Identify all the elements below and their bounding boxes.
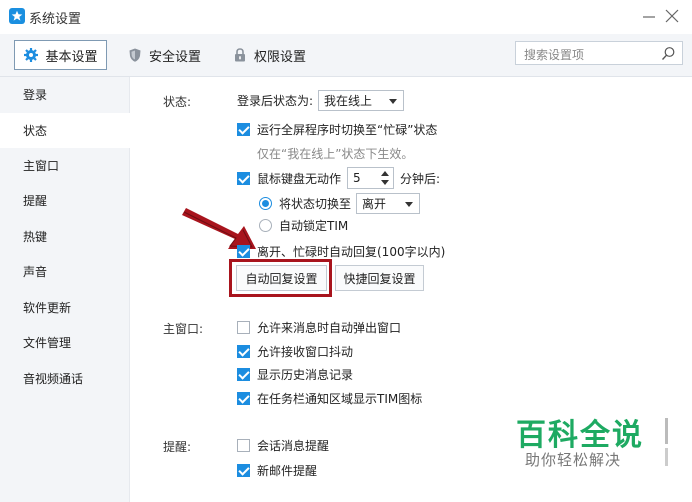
lock-icon <box>232 47 248 63</box>
watermark-divider <box>665 418 668 444</box>
switch-to-label: 将状态切换至 <box>279 197 352 211</box>
option-label: 会话消息提醒 <box>257 439 330 453</box>
switch-to-option[interactable]: 将状态切换至 离开 <box>259 193 421 214</box>
stepper-down-icon[interactable] <box>381 180 390 185</box>
sidebar-item-label: 提醒 <box>23 194 48 208</box>
sidebar-item-av-call[interactable]: 音视频通话 <box>0 361 130 396</box>
auto-reply-checkbox[interactable] <box>237 245 250 258</box>
reminder-section-label: 提醒: <box>163 440 192 454</box>
login-status-label: 登录后状态为: <box>237 94 314 108</box>
search-icon[interactable] <box>661 46 676 64</box>
main-window-option[interactable]: 允许来消息时自动弹出窗口 <box>237 319 401 336</box>
auto-lock-option[interactable]: 自动锁定TIM <box>259 217 348 234</box>
idle-minutes-stepper[interactable]: 5 <box>347 167 395 189</box>
main-window-option[interactable]: 显示历史消息记录 <box>237 366 353 383</box>
tab-label: 权限设置 <box>254 49 307 65</box>
status-section-label: 状态: <box>163 95 192 109</box>
settings-sidebar: 登录 状态 主窗口 提醒 热键 声音 软件更新 文件管理 音视频通话 <box>0 77 130 502</box>
idle-suffix: 分钟后: <box>400 171 441 186</box>
reminder-option[interactable]: 新邮件提醒 <box>237 462 317 479</box>
option-checkbox[interactable] <box>237 321 250 334</box>
window-title: 系统设置 <box>29 12 82 27</box>
sidebar-item-sound[interactable]: 声音 <box>0 254 130 289</box>
search-placeholder: 搜索设置项 <box>524 48 585 62</box>
reminder-option[interactable]: 会话消息提醒 <box>237 437 329 454</box>
option-checkbox[interactable] <box>237 368 250 381</box>
search-input[interactable]: 搜索设置项 <box>515 41 683 65</box>
sidebar-item-reminder[interactable]: 提醒 <box>0 183 130 218</box>
sidebar-item-label: 登录 <box>23 88 48 102</box>
main-window-section-label: 主窗口: <box>163 322 204 336</box>
idle-checkbox[interactable] <box>237 171 250 185</box>
option-checkbox[interactable] <box>237 439 250 452</box>
tab-permission-settings[interactable]: 权限设置 <box>232 40 306 70</box>
switch-to-select[interactable]: 离开 <box>356 193 421 214</box>
option-checkbox[interactable] <box>237 345 250 358</box>
sidebar-item-status[interactable]: 状态 <box>0 113 130 148</box>
sidebar-item-label: 声音 <box>23 265 48 279</box>
auto-lock-label: 自动锁定TIM <box>279 219 349 233</box>
watermark-divider <box>665 448 668 466</box>
main-window-option[interactable]: 允许接收窗口抖动 <box>237 343 353 360</box>
idle-label: 鼠标键盘无动作 <box>257 171 342 186</box>
option-label: 允许接收窗口抖动 <box>257 345 354 359</box>
sidebar-item-label: 主窗口 <box>23 159 60 173</box>
option-label: 新邮件提醒 <box>257 464 318 478</box>
sidebar-item-label: 音视频通话 <box>23 372 84 386</box>
select-value: 我在线上 <box>324 94 373 108</box>
minimize-icon[interactable] <box>641 8 657 24</box>
watermark-subtitle: 助你轻松解决 <box>525 451 622 469</box>
sidebar-item-label: 热键 <box>23 230 48 244</box>
login-status-row: 登录后状态为: 我在线上 <box>237 90 405 111</box>
option-label: 显示历史消息记录 <box>257 368 354 382</box>
switch-to-radio[interactable] <box>259 197 272 210</box>
close-icon[interactable] <box>664 8 680 24</box>
auto-reply-option[interactable]: 离开、忙碌时自动回复(100字以内) <box>237 243 445 260</box>
stepper-value: 5 <box>353 171 361 185</box>
login-status-select[interactable]: 我在线上 <box>318 90 405 111</box>
fullscreen-busy-checkbox[interactable] <box>237 123 250 136</box>
tab-label: 基本设置 <box>45 49 98 65</box>
option-label: 允许来消息时自动弹出窗口 <box>257 321 402 335</box>
tab-security-settings[interactable]: 安全设置 <box>127 40 201 70</box>
tab-basic-settings[interactable]: 基本设置 <box>14 40 107 70</box>
sidebar-item-label: 软件更新 <box>23 301 72 315</box>
gear-icon <box>23 47 39 63</box>
auto-lock-radio[interactable] <box>259 219 272 232</box>
shield-icon <box>127 47 143 63</box>
title-bar: 系统设置 <box>0 0 692 34</box>
chevron-down-icon <box>405 202 414 207</box>
fullscreen-busy-option[interactable]: 运行全屏程序时切换至“忙碌”状态 <box>237 121 437 138</box>
sidebar-item-software-update[interactable]: 软件更新 <box>0 290 130 325</box>
sidebar-item-main-window[interactable]: 主窗口 <box>0 148 130 183</box>
main-window-option[interactable]: 在任务栏通知区域显示TIM图标 <box>237 390 422 407</box>
auto-reply-label: 离开、忙碌时自动回复(100字以内) <box>257 245 446 259</box>
highlight-box <box>229 259 332 297</box>
option-label: 在任务栏通知区域显示TIM图标 <box>257 392 423 406</box>
sidebar-item-file-management[interactable]: 文件管理 <box>0 325 130 360</box>
fullscreen-note: 仅在“我在线上”状态下生效。 <box>257 147 414 161</box>
option-checkbox[interactable] <box>237 392 250 405</box>
watermark-title: 百科全说 <box>516 418 644 453</box>
chevron-down-icon <box>389 99 398 104</box>
stepper-up-icon[interactable] <box>381 171 390 176</box>
sidebar-item-login[interactable]: 登录 <box>0 77 130 112</box>
tab-label: 安全设置 <box>149 49 202 65</box>
option-checkbox[interactable] <box>237 464 250 477</box>
app-star-icon <box>9 8 25 24</box>
select-value: 离开 <box>362 197 387 211</box>
quick-reply-settings-button[interactable]: 快捷回复设置 <box>335 265 424 291</box>
sidebar-item-hotkey[interactable]: 热键 <box>0 219 130 254</box>
sidebar-item-label: 文件管理 <box>23 336 72 350</box>
idle-option[interactable]: 鼠标键盘无动作 5 分钟后: <box>237 167 440 189</box>
fullscreen-busy-label: 运行全屏程序时切换至“忙碌”状态 <box>257 123 438 137</box>
sidebar-item-label: 状态 <box>23 124 48 138</box>
